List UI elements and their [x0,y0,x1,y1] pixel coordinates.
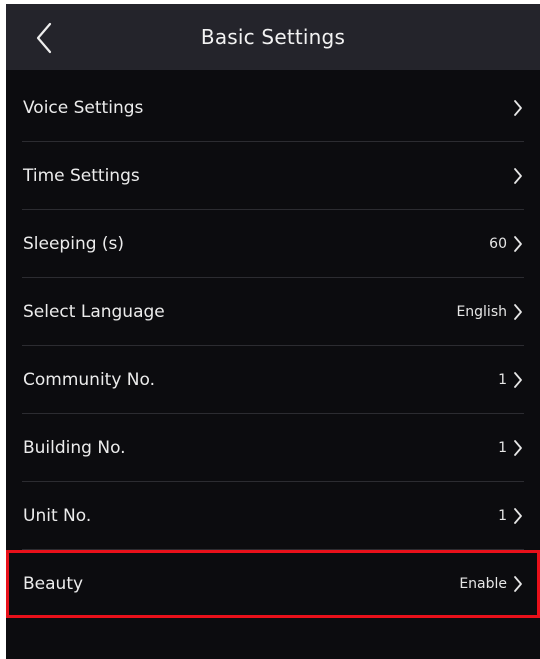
chevron-right-icon [514,236,522,252]
page-title: Basic Settings [200,25,346,49]
settings-item-time-settings[interactable]: Time Settings [6,142,540,210]
chevron-right-icon [514,440,522,456]
settings-item-label: Unit No. [23,506,92,526]
title-bar: Basic Settings [6,4,540,70]
settings-item-label: Beauty [23,574,84,594]
settings-item-value: 1 [498,440,507,456]
chevron-right-icon [514,168,522,184]
settings-item-unit-no[interactable]: Unit No. 1 [6,482,540,550]
settings-item-right: 1 [498,414,524,482]
settings-list: Voice Settings Time Settings Sleeping (s) 6… [6,74,540,618]
chevron-right-icon [514,576,522,592]
device-screen: Basic Settings Voice Settings Time Settin… [6,4,540,659]
chevron-right-icon [514,100,522,116]
settings-item-value: 1 [498,508,507,524]
settings-item-right [512,142,524,210]
settings-item-right: 1 [498,346,524,414]
settings-item-right: 1 [498,482,524,550]
settings-item-sleeping[interactable]: Sleeping (s) 60 [6,210,540,278]
settings-item-value: 1 [498,372,507,388]
settings-item-value: Enable [459,576,507,592]
settings-item-label: Select Language [23,302,165,322]
settings-item-label: Time Settings [23,166,140,186]
settings-item-label: Sleeping (s) [23,234,125,254]
settings-item-label: Voice Settings [23,98,144,118]
settings-item-voice-settings[interactable]: Voice Settings [6,74,540,142]
settings-item-value: English [456,304,507,320]
chevron-right-icon [514,508,522,524]
settings-item-right: Enable [459,550,524,618]
settings-item-right: 60 [489,210,524,278]
settings-item-beauty[interactable]: Beauty Enable [6,550,540,618]
chevron-right-icon [514,304,522,320]
settings-item-right [512,74,524,142]
settings-item-right: English [456,278,524,346]
settings-item-value: 60 [489,236,507,252]
settings-item-building-no[interactable]: Building No. 1 [6,414,540,482]
settings-item-community-no[interactable]: Community No. 1 [6,346,540,414]
settings-item-label: Community No. [23,370,156,390]
chevron-right-icon [514,372,522,388]
settings-item-select-language[interactable]: Select Language English [6,278,540,346]
settings-item-label: Building No. [23,438,126,458]
